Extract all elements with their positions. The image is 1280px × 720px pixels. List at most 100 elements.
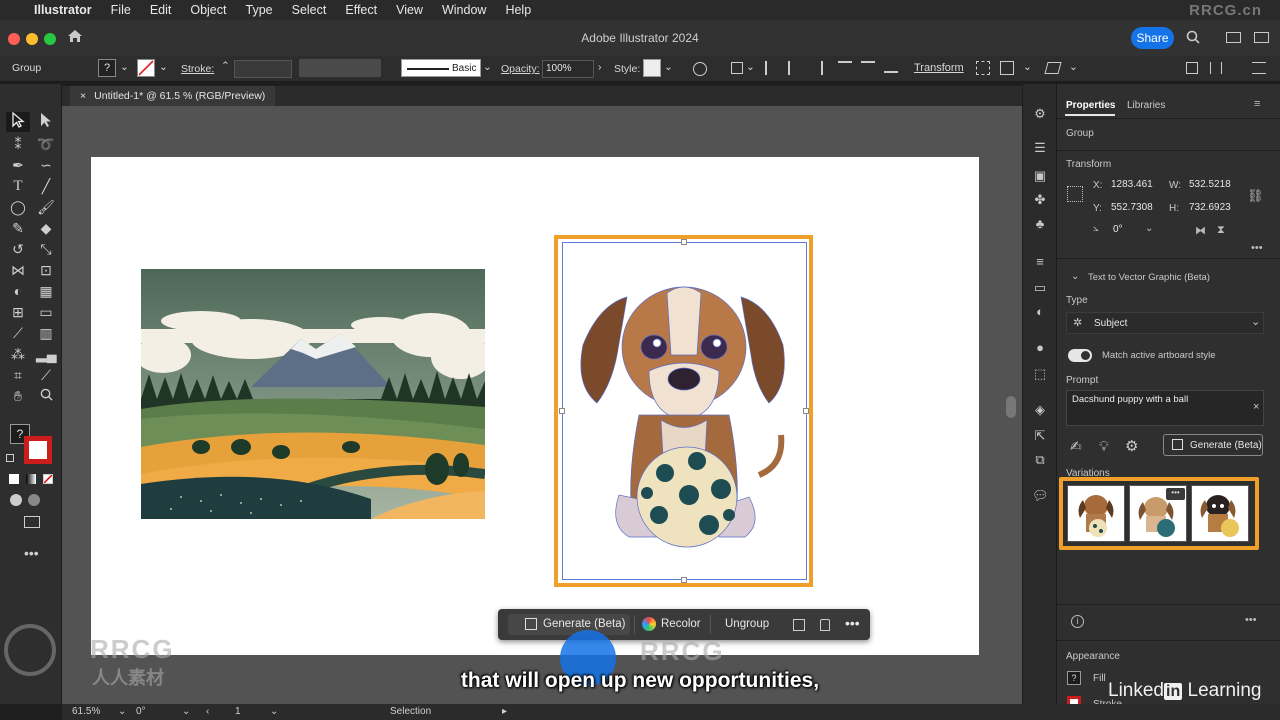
fill-swatch[interactable]: ? <box>98 59 116 77</box>
align-top-icon[interactable] <box>838 61 852 73</box>
variable-width-profile[interactable] <box>299 59 381 77</box>
flip-horizontal-icon[interactable]: ⧓ <box>1195 224 1206 237</box>
menu-window[interactable]: Window <box>442 3 486 17</box>
export-icon[interactable]: ⇱ <box>1032 428 1048 444</box>
constrain-proportions-icon[interactable]: ⛓︎ <box>1247 188 1264 204</box>
slice-tool-icon[interactable]: ⟋ <box>36 365 56 385</box>
duplicate-icon[interactable] <box>793 619 805 631</box>
stroke-weight-field[interactable] <box>234 60 292 78</box>
column-graph-tool-icon[interactable]: ▂▄ <box>36 344 57 364</box>
brush-definition[interactable]: Basic <box>401 59 481 77</box>
ttv-section-title[interactable]: Text to Vector Graphic (Beta) <box>1088 272 1210 283</box>
resize-handle[interactable] <box>681 239 687 245</box>
more-options-icon[interactable]: ••• <box>1166 488 1185 500</box>
transparency-icon[interactable]: ◐ <box>1032 304 1048 320</box>
variation-thumbnail-1[interactable] <box>1067 485 1125 542</box>
chevron-down-icon[interactable]: ⌄ <box>664 61 673 73</box>
paintbrush-tool-icon[interactable]: 🖌︎ <box>36 197 56 217</box>
artboard[interactable] <box>91 157 979 655</box>
zoom-tool-icon[interactable] <box>36 386 56 406</box>
puppet-warp-icon[interactable] <box>1044 62 1062 74</box>
resize-handle[interactable] <box>681 577 687 583</box>
height-field[interactable]: 732.6923 <box>1189 202 1231 213</box>
brushes-icon[interactable]: ♣ <box>1032 216 1048 232</box>
drawing-mode-icon[interactable] <box>10 494 22 506</box>
stroke-panel-icon[interactable]: ≡ <box>1032 254 1048 270</box>
y-field[interactable]: 552.7308 <box>1111 202 1153 213</box>
align-middle-icon[interactable] <box>861 61 875 73</box>
properties-panel-icon[interactable]: ⚙︎ <box>1032 106 1048 122</box>
scale-tool-icon[interactable]: ⤡ <box>36 239 56 259</box>
lock-icon[interactable] <box>820 619 830 631</box>
draw-inside-icon[interactable] <box>28 494 40 506</box>
search-icon[interactable] <box>1186 30 1200 47</box>
artboard-number[interactable]: 1 <box>235 706 241 717</box>
transform-link[interactable]: Transform <box>914 62 964 74</box>
graph-tool-icon[interactable]: ▥ <box>36 323 56 343</box>
close-tab-icon[interactable]: × <box>80 90 86 102</box>
gradient-mode-icon[interactable] <box>26 474 36 484</box>
stepper-icon[interactable]: ⌃ <box>221 60 230 72</box>
reference-point-icon[interactable] <box>1067 186 1083 202</box>
recolor-icon[interactable] <box>693 62 707 76</box>
landscape-illustration[interactable] <box>141 269 485 519</box>
stroke-swatch[interactable] <box>137 59 155 77</box>
width-tool-icon[interactable]: ⋈ <box>8 260 28 280</box>
hand-tool-icon[interactable]: ✋︎ <box>8 386 28 406</box>
zoom-level[interactable]: 61.5% <box>72 706 100 717</box>
puppy-vector-graphic[interactable] <box>569 275 799 555</box>
gradient-tool-icon[interactable]: ▭ <box>36 302 56 322</box>
align-bottom-icon[interactable] <box>884 61 898 73</box>
menu-effect[interactable]: Effect <box>345 3 377 17</box>
artboards-icon[interactable]: ⧉ <box>1032 452 1048 468</box>
chevron-down-icon[interactable]: ⌄ <box>270 706 278 717</box>
align-left-icon[interactable] <box>765 61 777 75</box>
opacity-field[interactable]: 100% <box>542 60 594 78</box>
variation-thumbnail-3[interactable] <box>1191 485 1249 542</box>
align-right-icon[interactable] <box>811 61 823 75</box>
x-field[interactable]: 1283.461 <box>1111 179 1153 190</box>
document-tab[interactable]: × Untitled-1* @ 61.5 % (RGB/Preview) <box>70 86 276 106</box>
bulb-icon[interactable]: 💡︎ <box>1099 438 1109 455</box>
eraser-tool-icon[interactable]: ◆ <box>36 218 56 238</box>
chevron-down-icon[interactable]: ⌄ <box>182 706 190 717</box>
none-mode-icon[interactable] <box>43 474 53 484</box>
chevron-down-icon[interactable]: ⌄ <box>118 706 126 717</box>
magic-wand-tool-icon[interactable]: ⁑ <box>8 134 28 154</box>
menu-help[interactable]: Help <box>505 3 531 17</box>
menu-icon[interactable] <box>1252 62 1266 74</box>
artboard-tool-icon[interactable]: ⌗ <box>8 365 28 385</box>
mesh-tool-icon[interactable]: ⊞ <box>8 302 28 322</box>
panel-toggle-icon[interactable] <box>1210 62 1222 74</box>
prompt-textarea[interactable]: Dacshund puppy with a ball × <box>1066 390 1264 426</box>
perspective-grid-tool-icon[interactable]: ▦ <box>36 281 56 301</box>
stroke-label[interactable]: Stroke: <box>181 63 214 75</box>
lasso-tool-icon[interactable]: ➰ <box>36 134 56 154</box>
chevron-down-icon[interactable]: ⌄ <box>1069 61 1078 73</box>
menu-edit[interactable]: Edit <box>150 3 172 17</box>
resize-handle[interactable] <box>559 408 565 414</box>
align-center-icon[interactable] <box>788 61 800 75</box>
cc-libraries-icon[interactable]: ▣ <box>1032 168 1048 184</box>
prev-artboard-icon[interactable]: ‹ <box>206 706 209 717</box>
symbols-icon[interactable]: ✤ <box>1032 192 1048 208</box>
panel-menu-icon[interactable]: ≡ <box>1254 98 1260 110</box>
workspace-icon[interactable] <box>1226 32 1241 43</box>
tab-properties[interactable]: Properties <box>1066 100 1115 111</box>
direct-selection-tool-icon[interactable] <box>36 112 56 132</box>
stroke-box[interactable] <box>24 436 52 464</box>
default-fill-stroke-icon[interactable] <box>6 454 14 462</box>
shape-builder-tool-icon[interactable]: ◐ <box>8 281 28 301</box>
resize-handle[interactable] <box>803 408 809 414</box>
menu-select[interactable]: Select <box>292 3 327 17</box>
line-segment-tool-icon[interactable]: ╱ <box>36 176 56 196</box>
color-mode-icon[interactable] <box>9 474 19 484</box>
more-options-icon[interactable]: ••• <box>1251 242 1263 254</box>
menu-object[interactable]: Object <box>190 3 226 17</box>
info-icon[interactable]: i <box>1071 615 1084 628</box>
align-to-icon[interactable] <box>731 62 743 74</box>
rotation-angle[interactable]: 0° <box>136 706 146 717</box>
shaper-tool-icon[interactable]: ✎ <box>8 218 28 238</box>
graphic-styles-icon[interactable]: ⬚ <box>1032 366 1048 382</box>
layers-panel-icon[interactable]: ☰ <box>1032 140 1048 156</box>
